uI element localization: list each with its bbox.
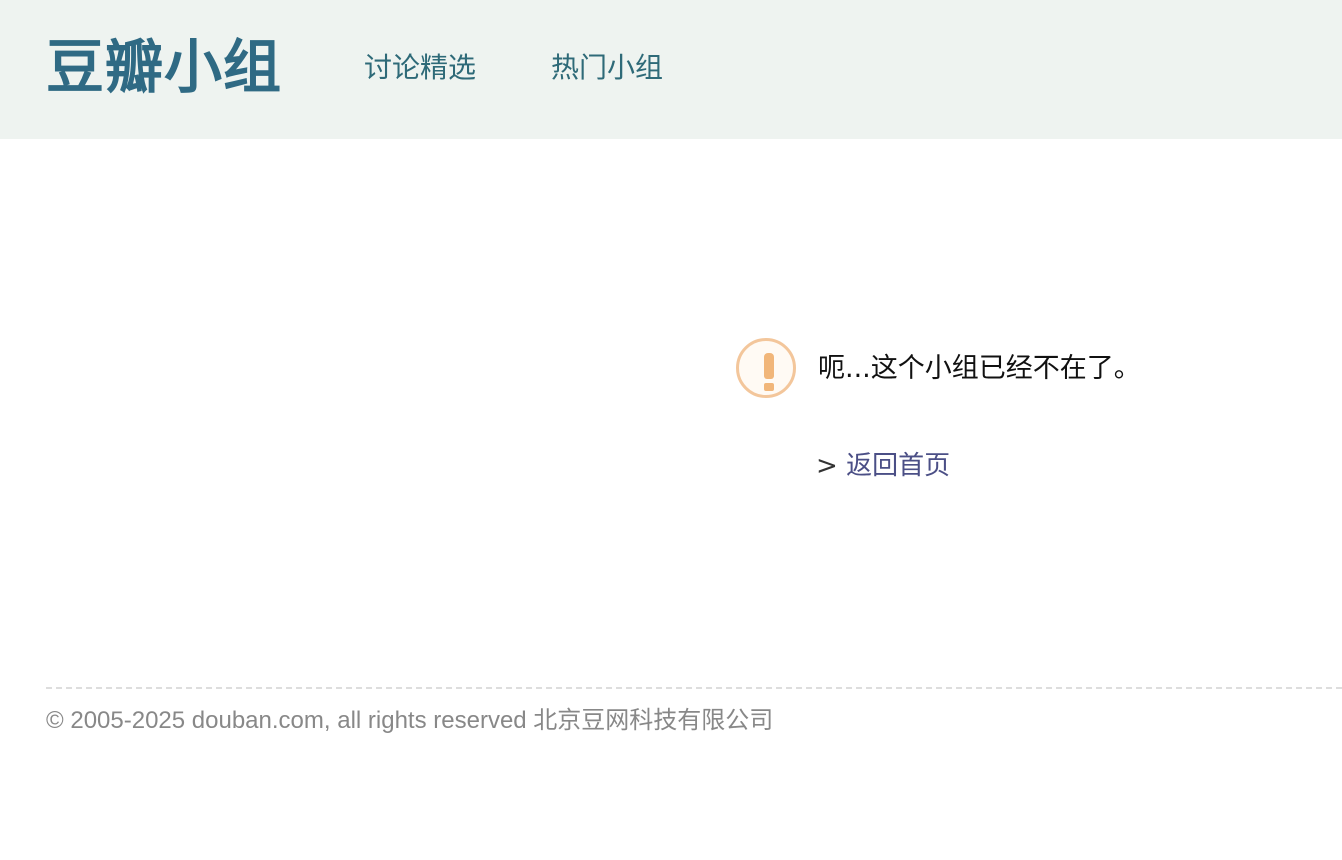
footer-copyright: © 2005-2025 douban.com, all rights reser…	[46, 707, 774, 734]
back-home-row: > 返回首页	[816, 447, 950, 485]
error-message: 呃...这个小组已经不在了。	[818, 353, 1141, 384]
exclamation-bar	[764, 353, 774, 379]
nav-item-featured-discussions[interactable]: 讨论精选	[364, 48, 476, 88]
site-header: 豆瓣小组 讨论精选 热门小组	[0, 0, 1342, 139]
back-prefix: >	[816, 451, 838, 481]
footer-divider	[46, 687, 1342, 689]
exclamation-dot	[764, 383, 774, 391]
site-logo[interactable]: 豆瓣小组	[46, 32, 282, 102]
nav-item-popular-groups[interactable]: 热门小组	[551, 48, 663, 88]
exclamation-icon	[736, 338, 796, 398]
back-home-link[interactable]: 返回首页	[846, 451, 950, 481]
